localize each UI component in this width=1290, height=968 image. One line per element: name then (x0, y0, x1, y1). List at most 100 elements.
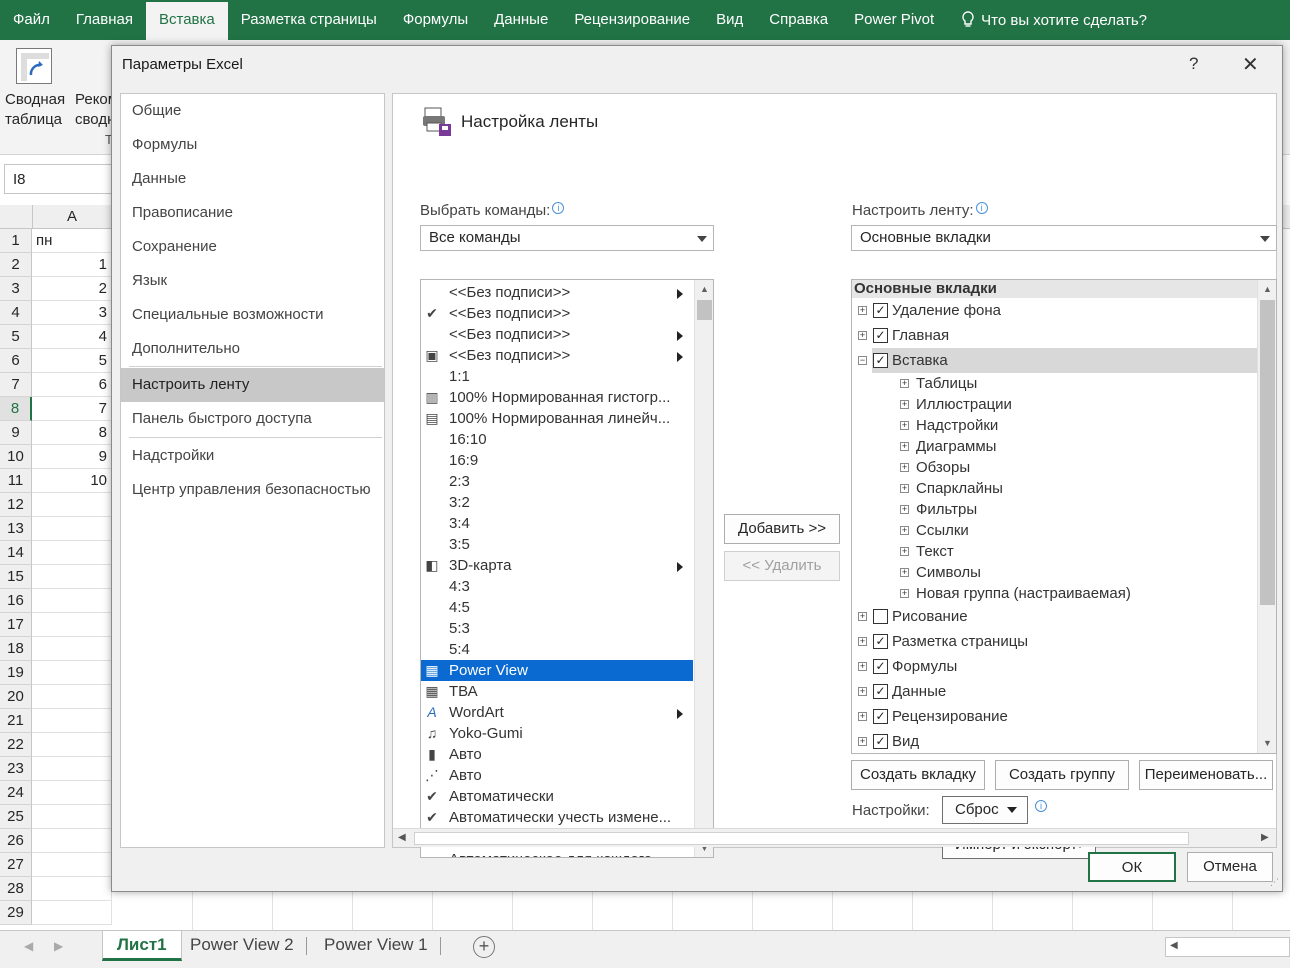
row-header[interactable]: 5 (0, 325, 32, 349)
cell[interactable] (32, 901, 112, 925)
expand-icon[interactable]: + (858, 711, 867, 721)
ribbon-group-node[interactable]: + Иллюстрации (852, 394, 1262, 415)
cell[interactable]: 7 (32, 397, 112, 421)
cell[interactable] (32, 661, 112, 685)
list-item[interactable]: 3:5 (421, 534, 693, 555)
cell[interactable] (32, 853, 112, 877)
tell-me-box[interactable]: Что вы хотите сделать? (947, 11, 1147, 29)
row-header[interactable]: 23 (0, 757, 32, 781)
row-header[interactable]: 12 (0, 493, 32, 517)
list-item[interactable]: 1:1 (421, 366, 693, 387)
row-header[interactable]: 9 (0, 421, 32, 445)
cell[interactable] (32, 565, 112, 589)
checkbox[interactable]: ✓ (873, 633, 888, 649)
expand-icon[interactable]: + (900, 588, 909, 598)
list-item[interactable]: Автоматическое для каждого... (421, 849, 693, 857)
rename-button[interactable]: Переименовать... (1139, 760, 1273, 790)
row-header[interactable]: 20 (0, 685, 32, 709)
list-item[interactable]: 5:3 (421, 618, 693, 639)
expand-icon[interactable]: + (858, 330, 867, 340)
nav-item[interactable]: Правописание (121, 196, 384, 230)
row-header[interactable]: 8 (0, 397, 32, 421)
ribbon-tree[interactable]: Основные вкладки + ✓ Удаление фона + ✓ Главна… (851, 279, 1277, 754)
content-hscrollbar[interactable]: ◀ ▶ (393, 828, 1276, 847)
cell[interactable]: 9 (32, 445, 112, 469)
cell[interactable]: 5 (32, 349, 112, 373)
expand-icon[interactable]: + (900, 420, 909, 430)
cell[interactable] (32, 709, 112, 733)
ribbon-group-node[interactable]: + Текст (852, 541, 1262, 562)
list-item[interactable]: 16:10 (421, 429, 693, 450)
expand-icon[interactable]: + (858, 305, 867, 315)
scroll-left-icon[interactable]: ◀ (398, 832, 406, 843)
list-item[interactable]: ✔ Автоматически учесть измене... (421, 807, 693, 828)
hscroll-thumb[interactable] (414, 832, 1189, 845)
ribbon-group-node[interactable]: + Таблицы (852, 373, 1262, 394)
new-group-button[interactable]: Создать группу (995, 760, 1129, 790)
close-button[interactable]: ✕ (1242, 52, 1259, 77)
nav-item[interactable]: Специальные возможности (121, 298, 384, 332)
reset-dropdown[interactable]: Сброс (942, 796, 1028, 824)
sheet-hscrollbar[interactable]: ◀ (1165, 937, 1290, 957)
row-header[interactable]: 25 (0, 805, 32, 829)
row-header[interactable]: 22 (0, 733, 32, 757)
ribbon-tab-node[interactable]: + ✓ Рецензирование (858, 704, 1262, 729)
ribbon-group-node[interactable]: + Новая группа (настраиваемая) (852, 583, 1262, 604)
expand-icon[interactable]: + (858, 636, 867, 646)
nav-item[interactable]: Центр управления безопасностью (121, 473, 384, 507)
cell[interactable]: 2 (32, 277, 112, 301)
cell[interactable] (32, 805, 112, 829)
cell[interactable]: 8 (32, 421, 112, 445)
ribbon-tab[interactable]: Данные (481, 0, 561, 40)
list-item[interactable]: <<Без подписи>> (421, 282, 693, 303)
ribbon-tab-node[interactable]: + ✓ Формулы (858, 654, 1262, 679)
name-box[interactable]: I8 (4, 164, 114, 194)
sheet-next-icon[interactable]: ▶ (54, 939, 63, 953)
row-header[interactable]: 3 (0, 277, 32, 301)
list-item[interactable]: 3:4 (421, 513, 693, 534)
row-header[interactable]: 13 (0, 517, 32, 541)
expand-icon[interactable]: + (900, 462, 909, 472)
checkbox[interactable]: ✓ (873, 658, 888, 674)
ribbon-tab-node[interactable]: − ✓ Вставка (858, 348, 1262, 373)
list-item[interactable]: ▮ Авто (421, 744, 693, 765)
cell[interactable]: 6 (32, 373, 112, 397)
nav-item[interactable]: Данные (121, 162, 384, 196)
nav-item[interactable]: Язык (121, 264, 384, 298)
row-header[interactable]: 10 (0, 445, 32, 469)
row-header[interactable]: 19 (0, 661, 32, 685)
scroll-up-icon[interactable]: ▲ (696, 281, 713, 298)
ribbon-tab[interactable]: Рецензирование (561, 0, 703, 40)
scroll-thumb[interactable] (697, 300, 712, 320)
row-header[interactable]: 24 (0, 781, 32, 805)
ribbon-group-node[interactable]: + Надстройки (852, 415, 1262, 436)
ribbon-tab[interactable]: Формулы (390, 0, 481, 40)
list-item[interactable]: ◧ 3D-карта (421, 555, 693, 576)
row-header[interactable]: 6 (0, 349, 32, 373)
nav-item[interactable]: Панель быстрого доступа (121, 402, 384, 436)
column-header-a[interactable]: A (32, 205, 112, 229)
list-item[interactable]: ▦ ТВА (421, 681, 693, 702)
ribbon-group-node[interactable]: + Ссылки (852, 520, 1262, 541)
row-header[interactable]: 2 (0, 253, 32, 277)
list-item[interactable]: 5:4 (421, 639, 693, 660)
sheet-tab[interactable]: Лист1 (102, 931, 182, 961)
ribbon-tab-node[interactable]: + ✓ Вид (858, 729, 1262, 753)
checkbox[interactable]: ✓ (873, 683, 888, 699)
row-header[interactable]: 17 (0, 613, 32, 637)
nav-item[interactable]: Дополнительно (121, 332, 384, 366)
ribbon-group-node[interactable]: + Спарклайны (852, 478, 1262, 499)
help-button[interactable]: ? (1189, 54, 1198, 74)
cell[interactable] (32, 877, 112, 901)
ribbon-tab-node[interactable]: + ✓ Данные (858, 679, 1262, 704)
ribbon-tab[interactable]: Главная (63, 0, 146, 40)
row-header[interactable]: 18 (0, 637, 32, 661)
cell[interactable] (32, 685, 112, 709)
nav-item[interactable]: Настроить ленту (121, 368, 384, 402)
commands-scrollbar[interactable]: ▲ ▼ (694, 280, 713, 857)
ribbon-group-node[interactable]: + Обзоры (852, 457, 1262, 478)
list-item[interactable]: ▣ <<Без подписи>> (421, 345, 693, 366)
list-item[interactable]: ♫ Yoko-Gumi (421, 723, 693, 744)
list-item[interactable]: <<Без подписи>> (421, 324, 693, 345)
checkbox[interactable]: ✓ (873, 327, 888, 343)
